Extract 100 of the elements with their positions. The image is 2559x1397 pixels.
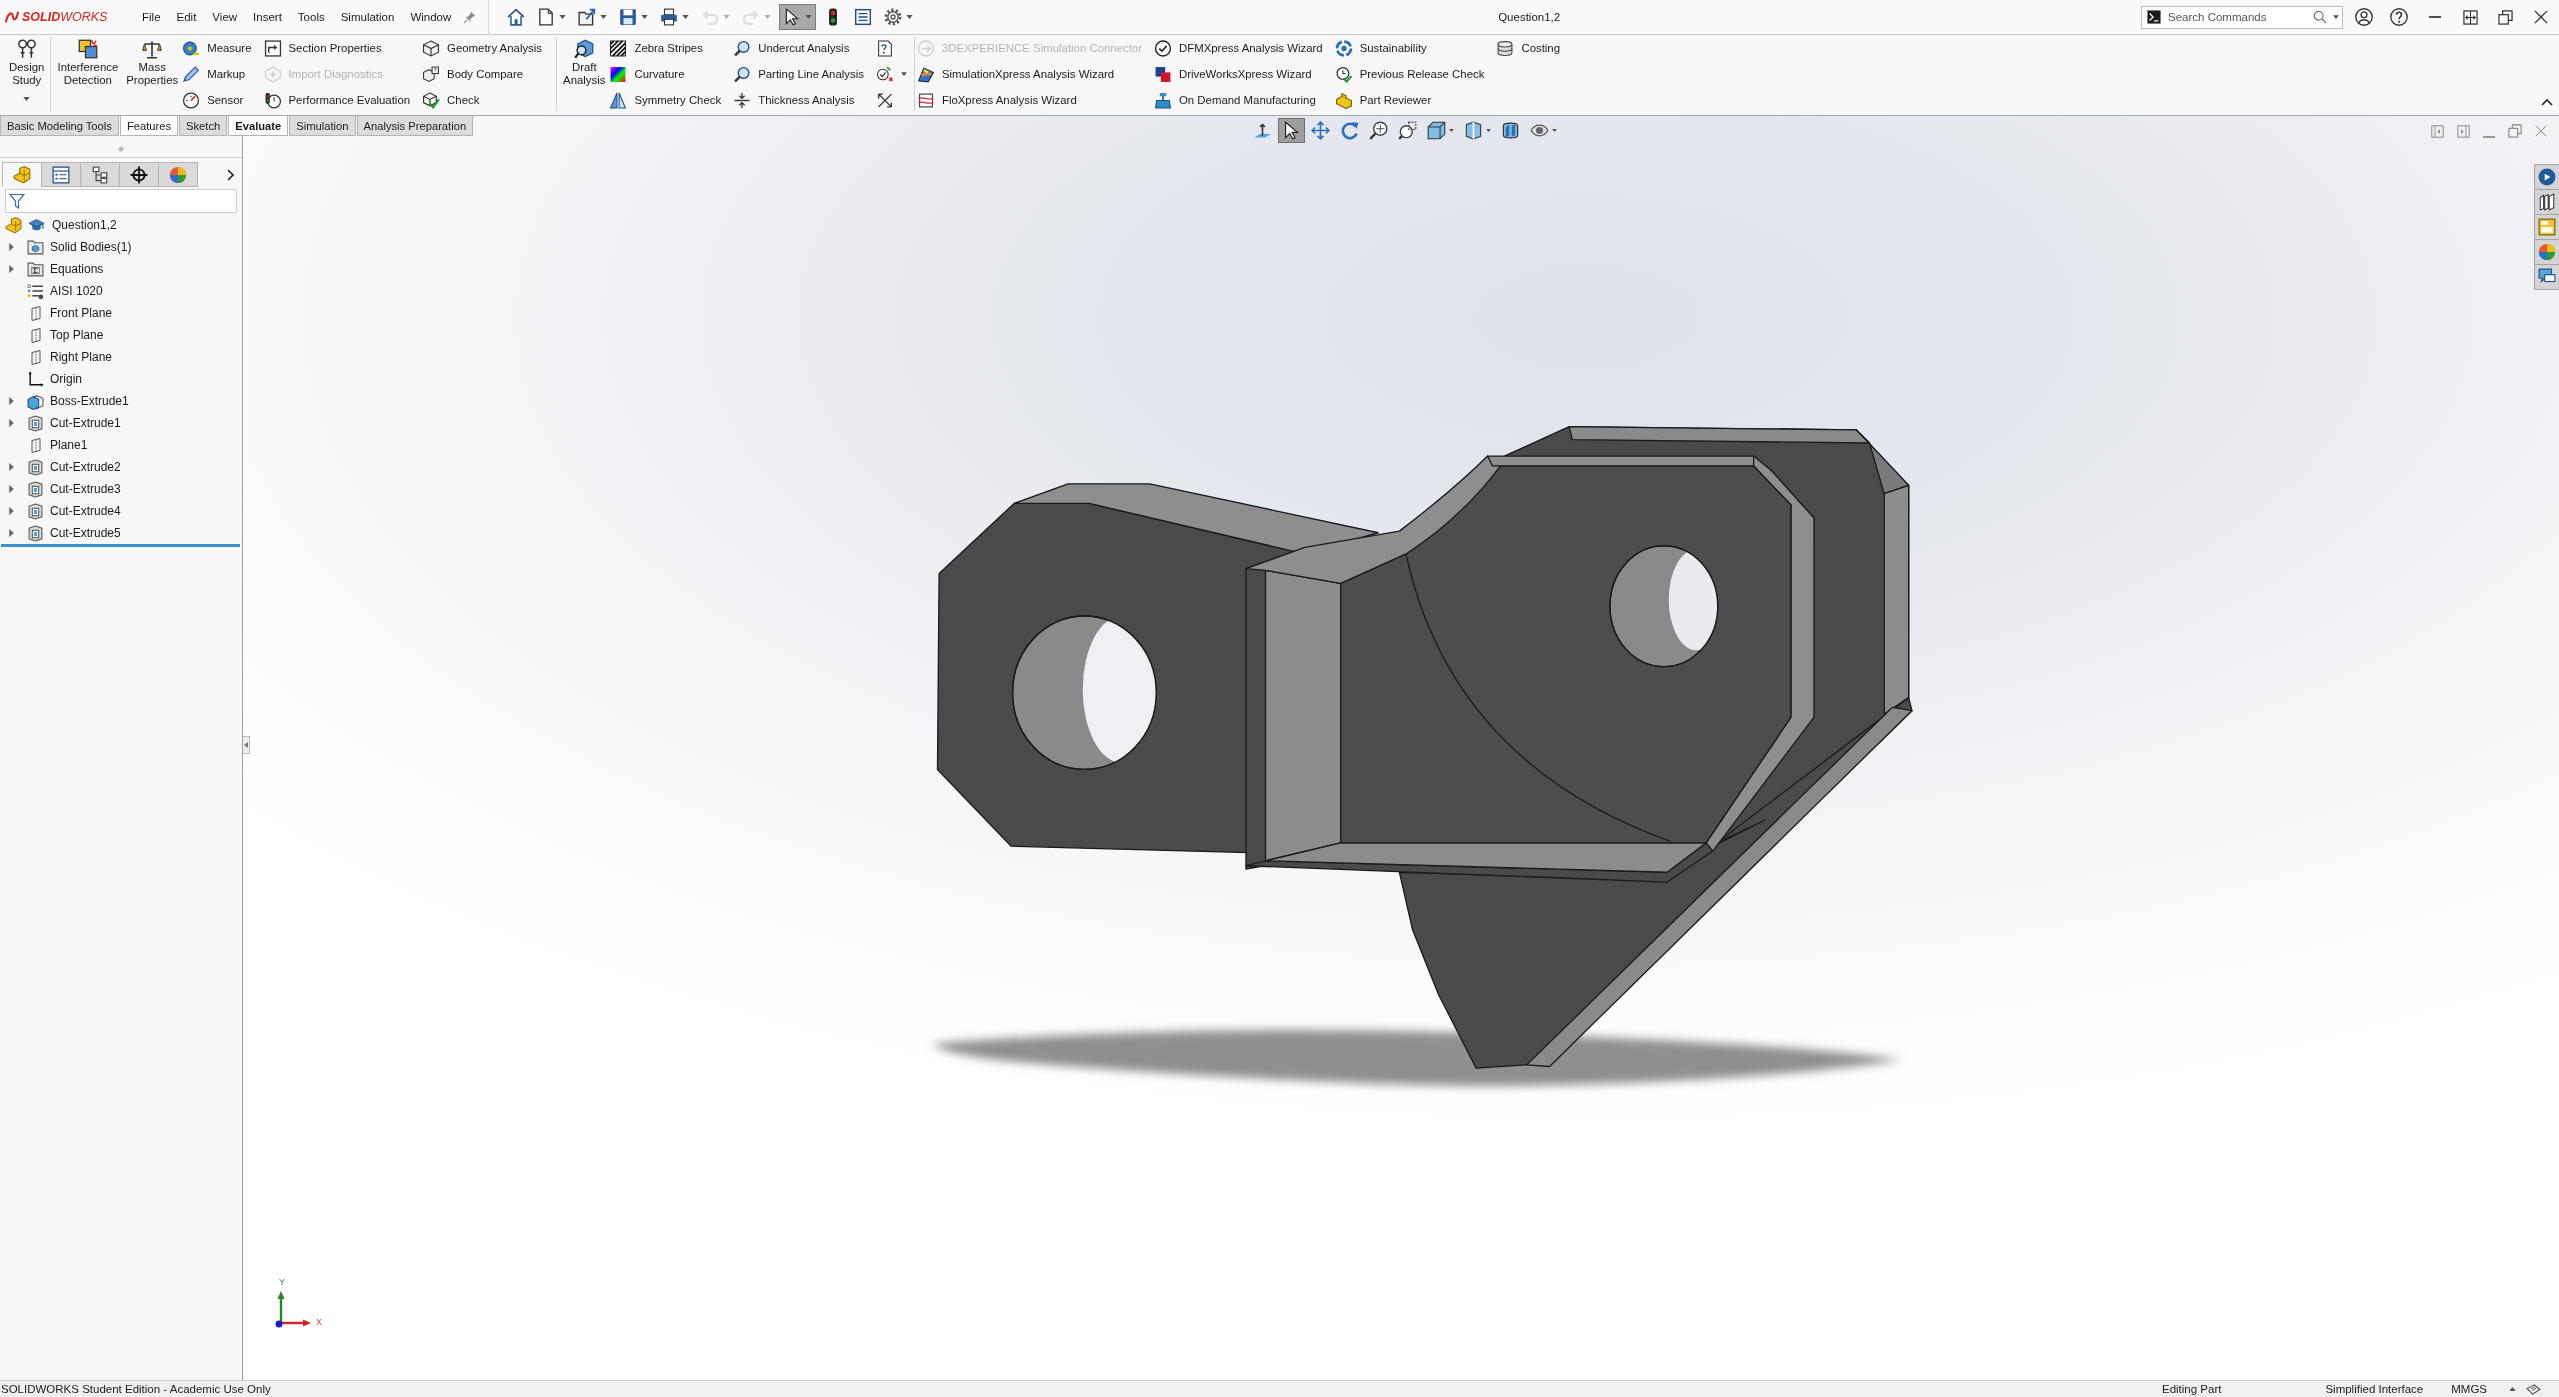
command-tab[interactable]: Sketch — [179, 116, 228, 136]
ribbon-button[interactable]: Performance Evaluation — [263, 87, 411, 113]
search-field[interactable]: Search Commands — [2141, 5, 2343, 29]
task-pane-tab[interactable] — [2535, 265, 2559, 290]
ribbon-button[interactable]: Symmetry Check — [609, 87, 722, 113]
tree-item[interactable]: Boss-Extrude1 — [0, 390, 129, 412]
ribbon-button[interactable]: Thickness Analysis — [733, 87, 864, 113]
tree-item[interactable]: Equations — [0, 258, 104, 280]
ribbon-button[interactable]: Curvature — [609, 61, 722, 87]
collapse-ribbon-button[interactable] — [2541, 99, 2553, 106]
expand-arrow-icon — [9, 485, 14, 493]
ribbon-button[interactable]: Interference Detection — [53, 35, 123, 115]
inward-arrows-icon — [733, 91, 752, 109]
cut-extrude-icon — [27, 458, 44, 476]
close-button[interactable] — [2535, 124, 2547, 138]
filter-field[interactable] — [5, 189, 237, 213]
tree-item[interactable]: Cut-Extrude5 — [0, 522, 121, 544]
part-block-icon — [1334, 91, 1353, 109]
units-button[interactable]: MMGS — [2451, 1383, 2487, 1395]
command-tab[interactable]: Evaluate — [228, 116, 289, 136]
status-menu-button[interactable] — [2509, 1387, 2516, 1391]
menu-item[interactable]: Window — [402, 5, 460, 29]
section-view-icon — [1501, 121, 1520, 140]
status-text: Simplified Interface — [2325, 1383, 2424, 1395]
ribbon-button[interactable]: DriveWorksXpress Wizard — [1154, 61, 1323, 87]
menu-item[interactable]: Simulation — [332, 5, 403, 29]
command-tab[interactable]: Analysis Preparation — [356, 116, 474, 136]
ribbon-button[interactable]: Mass Properties — [122, 35, 183, 115]
pen-icon — [182, 65, 201, 83]
view-toolbar-button[interactable] — [1278, 118, 1305, 143]
restore-button[interactable] — [2508, 124, 2522, 138]
tree-item[interactable]: Top Plane — [0, 324, 104, 346]
filter-icon — [9, 193, 25, 209]
task-pane-tab[interactable] — [2535, 215, 2559, 240]
help-icon — [2390, 8, 2409, 26]
ribbon-button[interactable]: SimulationXpress Analysis Wizard — [916, 61, 1142, 87]
cursor-icon — [1282, 121, 1301, 140]
tree-item[interactable]: Cut-Extrude4 — [0, 500, 121, 522]
tile-left-button[interactable] — [2431, 124, 2444, 138]
ribbon-button[interactable]: Part Reviewer — [1334, 87, 1485, 113]
ribbon-button[interactable]: Markup — [182, 61, 252, 87]
panel-tab[interactable] — [119, 162, 159, 187]
panel-collapse-handle[interactable] — [243, 736, 250, 754]
ribbon-button[interactable]: Sustainability — [1334, 35, 1485, 61]
tile-right-button[interactable] — [2457, 124, 2470, 138]
menu-item[interactable]: Insert — [245, 5, 290, 29]
ribbon-button[interactable]: Parting Line Analysis — [733, 61, 864, 87]
tree-item[interactable]: Question1,2 — [0, 214, 117, 236]
tree-item[interactable]: Cut-Extrude2 — [0, 456, 121, 478]
ribbon-button[interactable]: Section Properties — [263, 35, 411, 61]
ribbon-button[interactable]: Zebra Stripes — [609, 35, 722, 61]
menu-item[interactable]: Tools — [289, 5, 333, 29]
ribbon-button[interactable]: Undercut Analysis — [733, 35, 864, 61]
ribbon-button[interactable]: DFMXpress Analysis Wizard — [1154, 35, 1323, 61]
color-wheel-icon — [2538, 243, 2556, 261]
plane-arrow-icon — [1253, 122, 1272, 139]
logo-mark-icon — [5, 10, 19, 24]
books-icon — [2538, 193, 2556, 211]
panel-tab[interactable] — [80, 162, 120, 187]
chat-bubbles-icon — [2538, 268, 2556, 286]
overlapping-boxes-icon — [76, 39, 99, 59]
plane-icon — [30, 304, 41, 322]
restore-icon — [2498, 9, 2514, 25]
ribbon-button[interactable]: Costing — [1496, 35, 1561, 61]
ribbon-button[interactable]: Measure — [182, 35, 252, 61]
circle-check-icon — [1154, 39, 1172, 57]
app-name: SOLIDWORKS — [22, 10, 108, 24]
ribbon-button[interactable]: Check — [422, 87, 543, 113]
redo-icon — [742, 8, 761, 26]
ribbon-button[interactable]: Sensor — [182, 87, 252, 113]
ribbon-button[interactable]: Body Compare — [422, 61, 543, 87]
document-icon — [537, 8, 556, 26]
command-tab[interactable]: Simulation — [289, 116, 356, 136]
tree-item[interactable]: Right Plane — [0, 346, 113, 368]
crosshair-icon — [130, 165, 148, 184]
zoom-area-icon — [1398, 121, 1417, 140]
ribbon-button[interactable]: FloXpress Analysis Wizard — [916, 87, 1142, 113]
toolbar-button[interactable] — [779, 4, 817, 30]
tree-item[interactable]: Cut-Extrude1 — [0, 412, 121, 434]
globe-play-icon — [2538, 168, 2556, 186]
tree-item[interactable]: Solid Bodies(1) — [0, 236, 132, 258]
ribbon-button[interactable]: Geometry Analysis — [422, 35, 543, 61]
command-tab[interactable]: Features — [119, 116, 179, 136]
tree-item[interactable]: Cut-Extrude3 — [0, 478, 121, 500]
panel-right-icon — [2457, 124, 2470, 138]
tree-item[interactable]: Front Plane — [0, 302, 113, 324]
cube-plus-icon — [263, 65, 282, 83]
ribbon-button[interactable]: Draft Analysis — [559, 35, 610, 115]
menu-item[interactable]: File — [134, 5, 169, 29]
menu-item[interactable]: Edit — [168, 5, 205, 29]
caret-icon — [906, 15, 914, 19]
menu-item[interactable]: View — [204, 5, 246, 29]
command-tab[interactable]: Basic Modeling Tools — [0, 116, 119, 136]
ribbon-button[interactable]: Design Study — [5, 35, 49, 115]
tape-measure-icon — [182, 39, 201, 57]
tree-item[interactable]: Plane1 — [0, 434, 88, 456]
tree-item[interactable]: AISI 1020 — [0, 280, 103, 302]
ribbon-button[interactable]: On Demand Manufacturing — [1154, 87, 1323, 113]
ribbon-button[interactable]: Previous Release Check — [1334, 61, 1485, 87]
tree-item[interactable]: Origin — [0, 368, 82, 390]
